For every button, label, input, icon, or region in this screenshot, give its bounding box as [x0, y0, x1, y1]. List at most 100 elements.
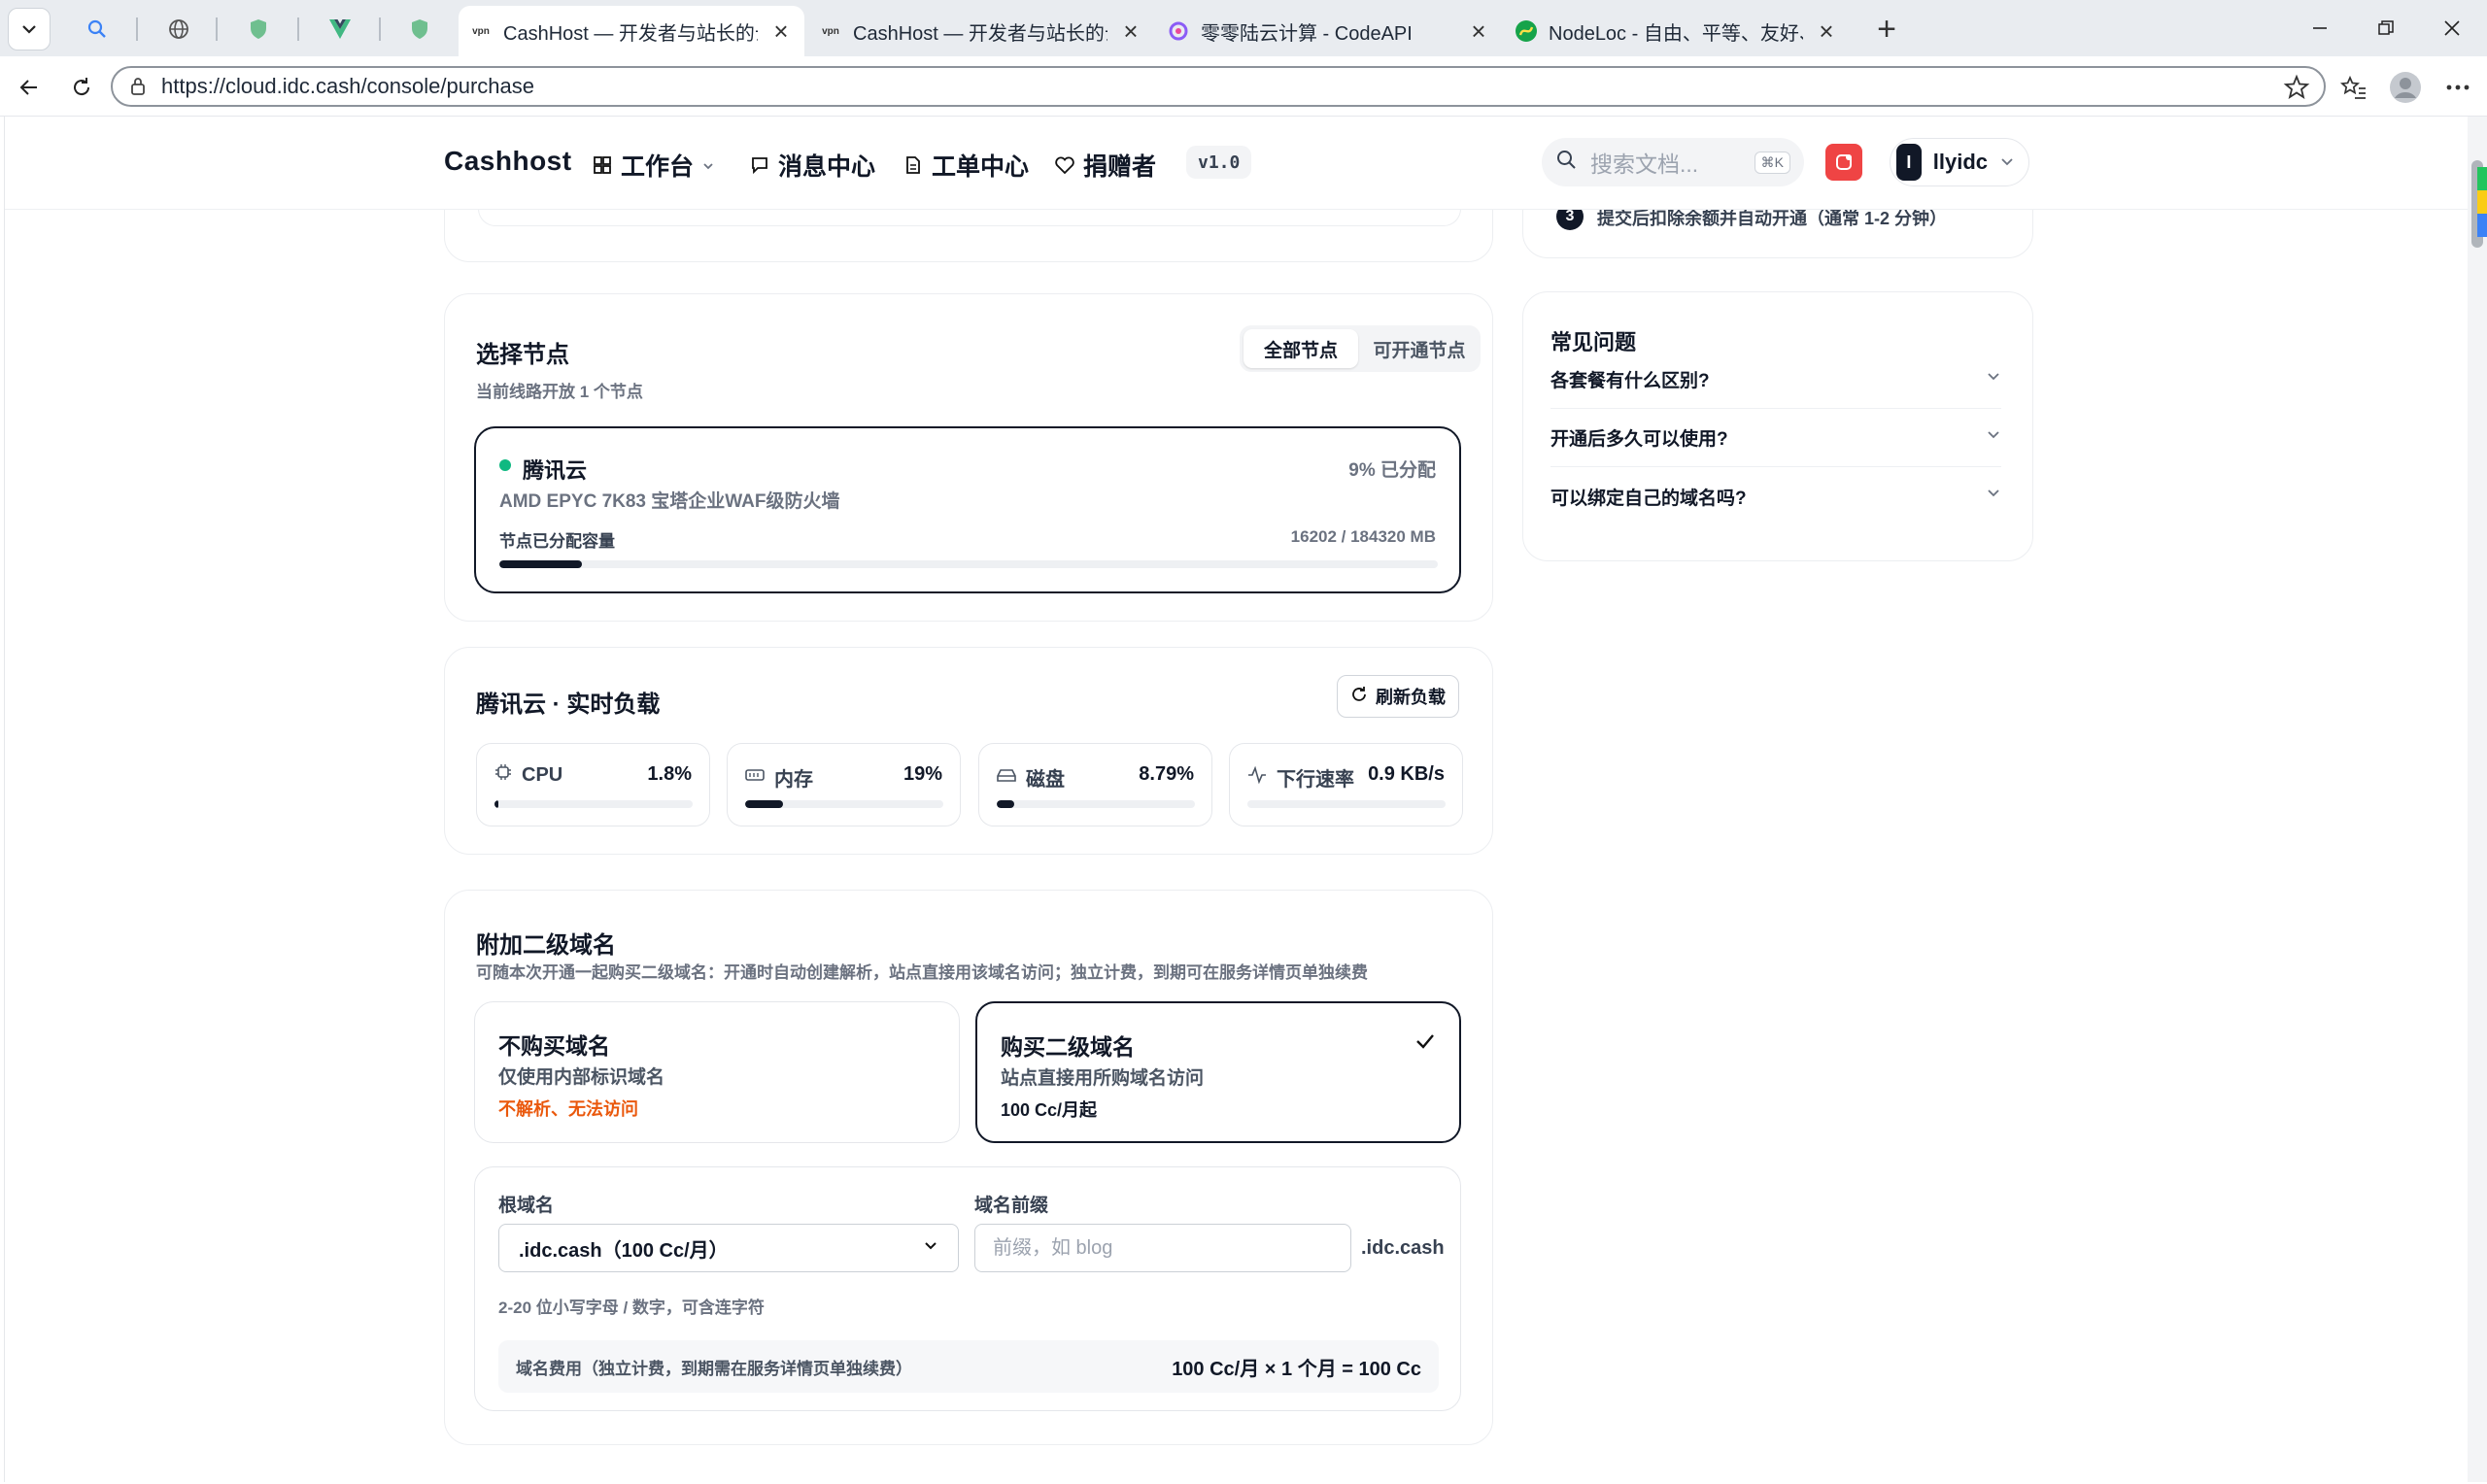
tab-title: CashHost — 开发者与站长的云托管 [853, 22, 1107, 45]
nodeloc-favicon-icon [1516, 20, 1537, 42]
load-title: 腾讯云 · 实时负载 [476, 691, 661, 718]
disk-icon [997, 766, 1016, 789]
app-icon [1836, 154, 1852, 170]
faq-question: 开通后多久可以使用? [1550, 429, 1728, 450]
option-desc: 仅使用内部标识域名 [498, 1067, 665, 1088]
subdomain-card: 附加二级域名 可随本次开通一起购买二级域名：开通时自动创建解析，站点直接用该域名… [444, 890, 1493, 1445]
metric-label: 磁盘 [1026, 769, 1065, 791]
vue-logo-icon [329, 19, 351, 39]
nav-sponsors[interactable]: 捐赠者 [1054, 148, 1156, 183]
refresh-label: 刷新负载 [1376, 688, 1446, 707]
tab-codeapi[interactable]: 零零陆云计算 - CodeAPI × [1156, 6, 1502, 56]
capacity-label: 节点已分配容量 [499, 532, 615, 551]
nav-orders-label: 工单中心 [932, 153, 1030, 181]
metric-value: 1.8% [647, 763, 692, 785]
realtime-load-card: 腾讯云 · 实时负载 刷新负载 CPU 1.8% 内存 19% 磁盘 8.79%… [444, 647, 1493, 855]
reload-button[interactable] [62, 68, 101, 107]
tab-available-nodes[interactable]: 可开通节点 [1362, 329, 1477, 368]
faq-card: 常见问题 各套餐有什么区别? 开通后多久可以使用? 可以绑定自己的域名吗? [1522, 291, 2033, 561]
shield-icon [412, 19, 427, 39]
node-description: AMD EPYC 7K83 宝塔企业WAF级防火墙 [499, 491, 840, 512]
pinned-tab-shield[interactable] [235, 8, 282, 51]
site-header: Cashhost 工作台 消息中心 工单中心 捐赠者 v1.0 搜索文档... … [5, 117, 2468, 210]
restore-button[interactable] [2357, 6, 2415, 51]
tab-nodeloc[interactable]: NodeLoc - 自由、平等、友好、开放 × [1504, 6, 1850, 56]
search-placeholder: 搜索文档... [1590, 152, 1699, 177]
faq-item[interactable]: 各套餐有什么区别? [1550, 351, 2001, 409]
nav-messages[interactable]: 消息中心 [749, 148, 875, 183]
close-icon [2444, 20, 2460, 36]
metric-label: CPU [522, 763, 563, 786]
close-icon[interactable]: × [1815, 17, 1838, 47]
close-icon[interactable]: × [1467, 17, 1490, 47]
node-select-subtitle: 当前线路开放 1 个节点 [476, 383, 643, 401]
root-domain-select[interactable]: .idc.cash（100 Cc/月） [498, 1224, 959, 1272]
metric-progress-fill [997, 800, 1014, 808]
tab-all-nodes[interactable]: 全部节点 [1244, 329, 1358, 368]
faq-item[interactable]: 可以绑定自己的域名吗? [1550, 467, 2001, 525]
nav-orders[interactable]: 工单中心 [903, 148, 1029, 183]
version-badge: v1.0 [1186, 146, 1252, 179]
notification-button[interactable] [1825, 144, 1862, 181]
tab-title: 零零陆云计算 - CodeAPI [1201, 22, 1413, 45]
faq-item[interactable]: 开通后多久可以使用? [1550, 409, 2001, 467]
address-bar-row: https://cloud.idc.cash/console/purchase [0, 56, 2487, 117]
chevron-down-icon [1986, 369, 2001, 390]
arrow-left-icon [19, 80, 37, 95]
close-icon[interactable]: × [769, 17, 793, 47]
capacity-progress-bar [499, 560, 1438, 568]
favorites-button[interactable] [2332, 66, 2374, 109]
metric-memory: 内存 19% [727, 743, 961, 826]
prefix-label: 域名前缀 [974, 1196, 1049, 1216]
more-menu-button[interactable] [2436, 66, 2479, 109]
vpn-favicon-icon: vpn [822, 25, 839, 37]
node-option-tencent[interactable]: 腾讯云 9% 已分配 AMD EPYC 7K83 宝塔企业WAF级防火墙 节点已… [474, 426, 1461, 593]
domain-prefix-input[interactable] [974, 1224, 1351, 1272]
profile-avatar-button[interactable] [2384, 66, 2427, 109]
option-no-domain[interactable]: 不购买域名 仅使用内部标识域名 不解析、无法访问 [474, 1001, 960, 1143]
back-button[interactable] [10, 68, 49, 107]
chevron-down-icon [22, 25, 36, 34]
faq-question: 可以绑定自己的域名吗? [1550, 488, 1747, 509]
option-title: 不购买域名 [498, 1033, 610, 1059]
tab-cashhost-active[interactable]: vpn CashHost — 开发者与站长的云托管 × [459, 6, 804, 56]
pinned-tab-shield-2[interactable] [396, 8, 443, 51]
restore-icon [2378, 20, 2394, 35]
refresh-icon [1350, 686, 1368, 708]
activity-icon [1247, 765, 1267, 790]
minimize-button[interactable] [2291, 6, 2349, 51]
fee-label: 域名费用（独立计费，到期需在服务详情页单独续费） [516, 1359, 912, 1378]
node-name: 腾讯云 [523, 458, 588, 483]
avatar-icon [2390, 72, 2421, 103]
vpn-favicon-icon: vpn [472, 25, 490, 37]
domain-suffix: .idc.cash [1361, 1237, 1445, 1259]
page-scrollbar[interactable] [2468, 117, 2487, 1482]
tab-cashhost[interactable]: vpn CashHost — 开发者与站长的云托管 × [808, 6, 1154, 56]
refresh-load-button[interactable]: 刷新负载 [1337, 675, 1459, 718]
grid-icon [592, 154, 613, 176]
new-tab-button[interactable]: + [1865, 8, 1908, 51]
user-menu[interactable]: I llyidc [1890, 138, 2029, 186]
chevron-down-icon [701, 152, 715, 180]
subdomain-form: 根域名 .idc.cash（100 Cc/月） 域名前缀 .idc.cash 2… [474, 1166, 1461, 1411]
chevron-down-icon [1986, 427, 2001, 449]
codeapi-favicon-icon [1168, 20, 1189, 42]
pinned-tab-globe[interactable] [155, 8, 202, 51]
pinned-tab-search[interactable] [74, 8, 120, 51]
favorites-list-icon [2339, 75, 2366, 99]
option-buy-domain[interactable]: 购买二级域名 站点直接用所购域名访问 100 Cc/月起 [975, 1001, 1461, 1143]
site-info-icon [131, 78, 145, 95]
nav-workbench[interactable]: 工作台 [592, 148, 715, 183]
metric-label: 内存 [774, 769, 813, 791]
pinned-tab-vue[interactable] [317, 8, 363, 51]
message-icon [749, 154, 770, 176]
favorite-star-icon[interactable] [2283, 74, 2310, 108]
tab-actions-menu-button[interactable] [8, 8, 51, 51]
brand-logo[interactable]: Cashhost [444, 146, 572, 177]
tab-title: CashHost — 开发者与站长的云托管 [503, 22, 758, 45]
search-docs-input[interactable]: 搜索文档... ⌘K [1542, 138, 1804, 186]
close-window-button[interactable] [2423, 6, 2481, 51]
capacity-value: 16202 / 184320 MB [1290, 527, 1436, 546]
url-field[interactable]: https://cloud.idc.cash/console/purchase [111, 66, 2326, 107]
close-icon[interactable]: × [1119, 17, 1142, 47]
